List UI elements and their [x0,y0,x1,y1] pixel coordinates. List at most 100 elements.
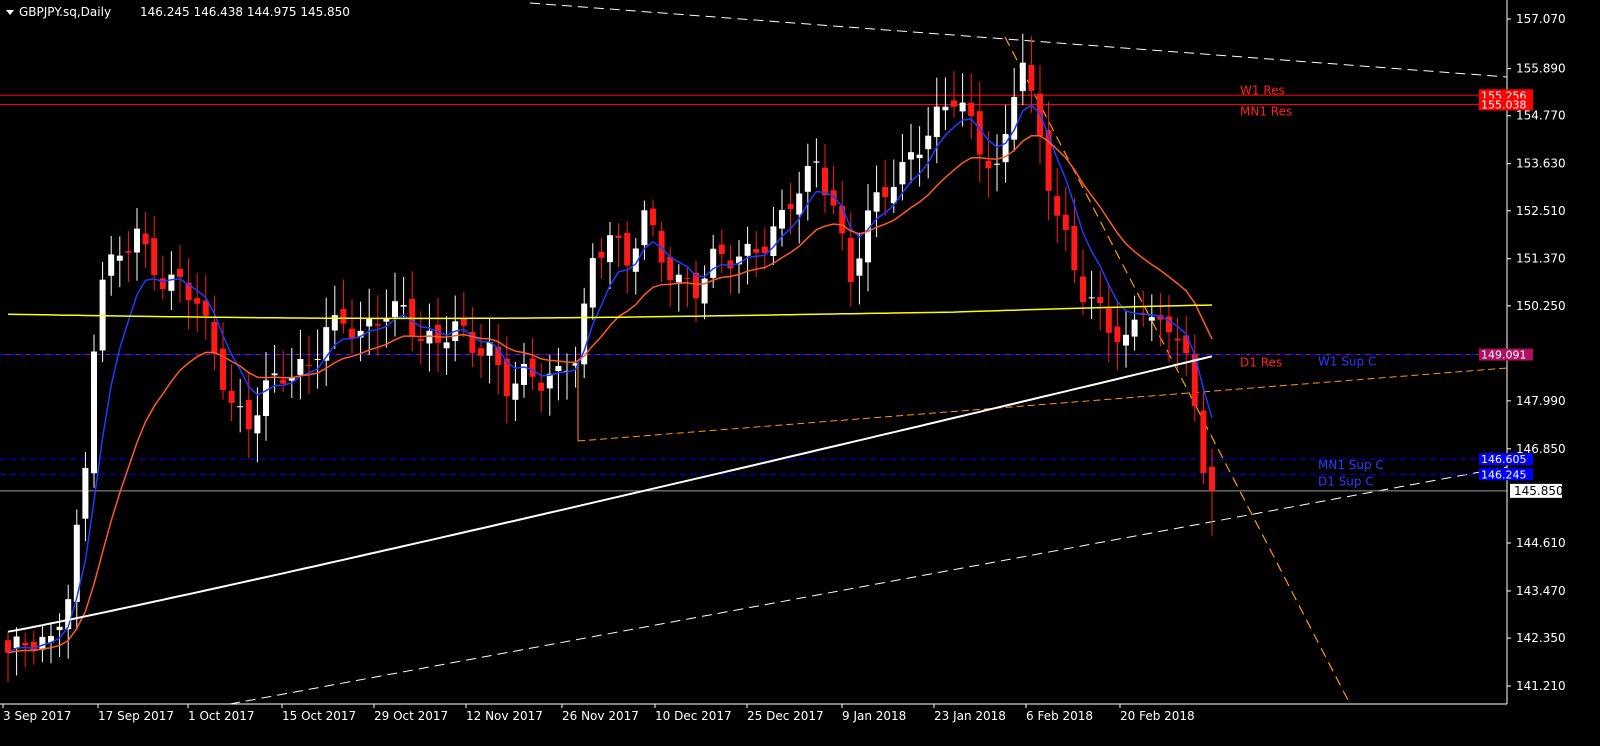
candle-body [1045,129,1052,191]
price-chart[interactable]: W1 Res MN1 Res D1 Res W1 Sup C MN1 Sup C D1 S… [0,0,1600,742]
candle-body [400,305,407,307]
candle-body [426,330,433,344]
price-tick-label: 147.990 [1516,394,1566,408]
candle-body [675,274,682,283]
price-tick-label: 151.370 [1516,252,1566,266]
candle-body [323,327,330,361]
candle-body [435,324,441,343]
candle-body [125,251,132,253]
candle-body [710,248,717,278]
candle-body [512,383,519,400]
candle-body [813,161,820,163]
price-tick-label: 157.070 [1516,12,1566,26]
candle-body [951,100,957,107]
candle-body [314,358,321,360]
candle-body [194,298,201,304]
candle-body [1148,317,1155,321]
candle-body [349,328,355,338]
candle-body [804,166,811,192]
date-tick-label: 10 Dec 2017 [655,709,732,723]
level-label: D1 Sup C [1318,474,1374,488]
candle-body [134,228,140,253]
current-price-tag-label: 145.850 [1514,484,1564,498]
candle-body [847,237,854,283]
candle-body [159,278,166,290]
candle-body [1131,319,1138,337]
candle-body [882,186,889,198]
candle-body [116,255,123,261]
candle-body [684,277,691,279]
candle-body [1088,297,1095,299]
date-tick-label: 20 Feb 2018 [1120,709,1195,723]
price-tick-label: 152.510 [1516,204,1566,218]
candle-body [1054,196,1061,216]
price-tick-label: 155.890 [1516,62,1566,76]
candle-body [1071,226,1078,271]
candle-body [899,161,906,185]
candle-body [409,299,416,337]
price-tick-label: 141.210 [1516,679,1566,693]
date-tick-label: 15 Oct 2017 [282,709,356,723]
date-tick-label: 9 Jan 2018 [842,709,906,723]
price-tick-label: 150.250 [1516,299,1566,313]
candle-body [615,235,622,238]
candle-body [56,626,63,631]
date-tick-label: 1 Oct 2017 [188,709,255,723]
candle-body [873,192,880,212]
candle-body [598,251,605,258]
date-tick-label: 17 Sep 2017 [98,709,174,723]
date-tick-label: 25 Dec 2017 [747,709,824,723]
level-label: W1 Res [1240,83,1285,97]
candle[interactable] [91,334,97,488]
candle-body [796,193,803,215]
candle-body [942,106,949,111]
level-label: D1 Res [1240,356,1282,370]
ohlc-readout: 146.245 146.438 144.975 145.850 [140,5,350,19]
candle-body [297,359,304,375]
candle-body [211,321,218,354]
candle-body [718,244,725,255]
candle-body [839,205,846,234]
candle-body [607,235,613,263]
chart-header: GBPJPY.sq,Daily 146.245 146.438 144.975 … [6,5,350,19]
candle-body [555,366,562,371]
candle-body [667,256,674,281]
candle-body [1174,338,1181,341]
candle-body [770,226,777,257]
level-label: MN1 Sup C [1318,458,1384,472]
candle-body [22,642,29,646]
candle-body [641,210,648,246]
candle-body [1028,65,1035,91]
candle-body [787,204,794,209]
candle-body [91,351,97,474]
candle-body [1019,62,1026,92]
candle-body [374,324,381,326]
candle-body [779,209,785,229]
candle-body [1200,410,1207,474]
candle-body [933,106,940,138]
candle-body [177,268,183,277]
date-tick-label: 23 Jan 2018 [934,709,1006,723]
candle-body [761,246,768,253]
date-tick-label: 26 Nov 2017 [562,709,639,723]
date-tick-label: 6 Feb 2018 [1026,709,1093,723]
candle-body [1105,308,1112,333]
level-label: W1 Sup C [1318,355,1376,369]
symbol-label: GBPJPY.sq,Daily [19,5,111,19]
candle-body [959,102,966,112]
chart-svg[interactable]: W1 Res MN1 Res D1 Res W1 Sup C MN1 Sup C D1 S… [0,0,1600,742]
candle-body [39,636,46,650]
candle-body [108,254,115,276]
level-price-tag-label: 146.245 [1481,468,1527,481]
candle-body [1123,334,1129,346]
candle-body [142,233,149,245]
candle-body [1080,276,1086,303]
candle-body [168,274,175,291]
candle-body [822,167,828,196]
level-price-tag-label: 155.038 [1481,98,1527,111]
date-tick-label: 3 Sep 2017 [3,709,71,723]
candle-body [237,406,244,408]
candle-body [392,301,398,318]
candle-body [529,358,536,377]
level-price-tag-label: 146.605 [1481,453,1527,466]
